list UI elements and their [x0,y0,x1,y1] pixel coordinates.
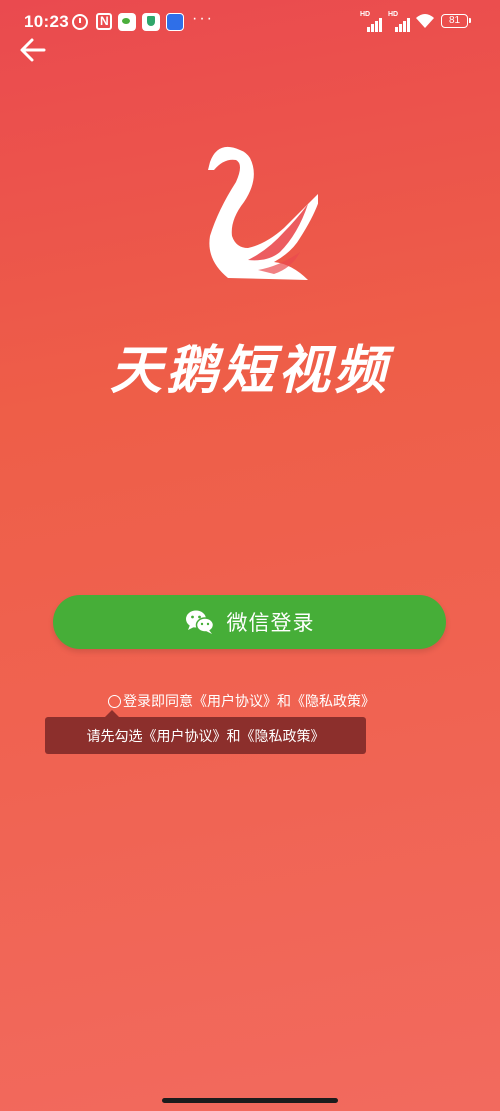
wechat-notification-icon [118,13,136,31]
alarm-icon [72,14,88,30]
status-time: 10:23 [24,12,69,31]
agreement-row: 登录即同意 《用户协议》 和 《隐私政策》 [108,691,375,711]
user-agreement-link[interactable]: 《用户协议》 [193,691,277,711]
agreement-toast: 请先勾选《用户协议》和《隐私政策》 [45,710,366,754]
shield-notification-icon [142,13,160,31]
privacy-policy-link[interactable]: 《隐私政策》 [291,691,375,711]
agreement-checkbox[interactable] [108,694,121,708]
more-notifications-icon: ··· [192,10,214,27]
wechat-login-label: 微信登录 [226,612,315,635]
app-notification-icon [166,13,184,31]
swan-logo-icon [208,147,318,280]
wifi-icon [416,14,434,28]
wechat-login-button[interactable]: 微信登录 [53,595,446,649]
toast-arrow [105,710,119,717]
status-bar: 10:23 ··· HD HD 81 [0,0,500,44]
wechat-icon [185,610,214,634]
home-indicator[interactable] [162,1098,338,1103]
toast-message: 请先勾选《用户协议》和《隐私政策》 [86,727,325,744]
back-arrow-icon[interactable] [18,36,48,64]
signal-icon: HD [388,11,410,32]
nfc-icon [96,13,112,30]
signal-icon: HD [360,11,382,32]
agreement-prefix: 登录即同意 [123,693,193,709]
app-name: 天鹅短视频 [109,341,390,401]
agreement-conjunction: 和 [277,693,291,709]
battery-icon: 81 [441,14,471,28]
